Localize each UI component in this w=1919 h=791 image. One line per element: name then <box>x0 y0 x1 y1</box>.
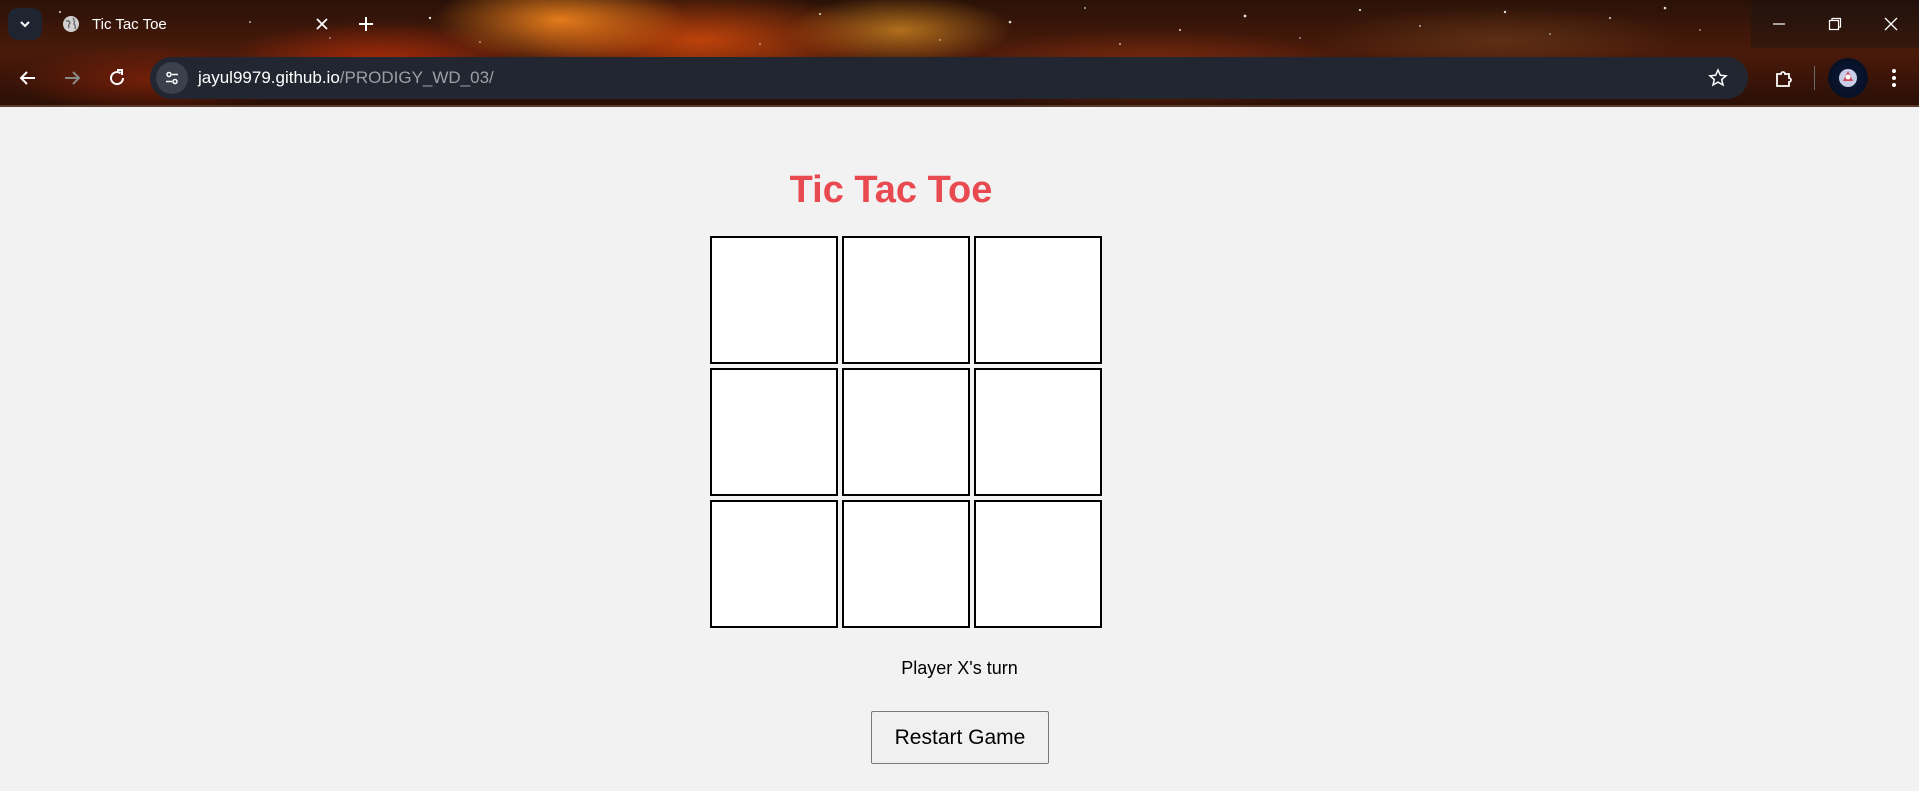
arrow-right-icon <box>65 71 81 85</box>
site-info-button[interactable] <box>156 62 188 94</box>
board-cell[interactable] <box>842 500 970 628</box>
bookmark-button[interactable] <box>1706 66 1730 90</box>
board-cell[interactable] <box>710 368 838 496</box>
restore-button[interactable] <box>1807 0 1863 48</box>
profile-avatar[interactable] <box>1828 58 1868 98</box>
close-icon <box>1884 17 1898 31</box>
board-cell[interactable] <box>710 500 838 628</box>
minimize-button[interactable] <box>1751 0 1807 48</box>
close-icon <box>316 18 328 30</box>
address-bar[interactable]: jayul9979.github.io/PRODIGY_WD_03/ <box>150 57 1748 99</box>
url-path: /PRODIGY_WD_03/ <box>339 68 494 87</box>
more-vert-icon <box>1892 69 1896 87</box>
reload-button[interactable] <box>99 60 135 96</box>
board-cell[interactable] <box>974 236 1102 364</box>
board-cell[interactable] <box>842 368 970 496</box>
board-cell[interactable] <box>974 368 1102 496</box>
restore-icon <box>1828 17 1842 31</box>
board-cell[interactable] <box>710 236 838 364</box>
tune-icon <box>166 71 178 85</box>
chevron-down-icon <box>20 21 30 28</box>
game-title: Tic Tac Toe <box>789 169 993 211</box>
browser-menu-button[interactable] <box>1876 60 1912 96</box>
board-cell[interactable] <box>974 500 1102 628</box>
board-cell[interactable] <box>842 236 970 364</box>
tab-search-button[interactable] <box>8 8 42 40</box>
arrow-left-icon <box>19 71 35 85</box>
minimize-icon <box>1773 23 1785 25</box>
page-content: Tic Tac Toe Player X's turn Restart Game <box>0 107 1919 791</box>
tab-title: Tic Tac Toe <box>92 15 167 33</box>
back-button[interactable] <box>10 60 46 96</box>
window-controls <box>1751 0 1919 48</box>
reload-icon <box>110 69 125 86</box>
extensions-button[interactable] <box>1766 60 1802 96</box>
forward-button[interactable] <box>54 60 90 96</box>
browser-chrome: Tic Tac Toe jayul9979.github.io /PRODIGY… <box>0 0 1919 107</box>
toolbar-separator <box>1814 66 1815 90</box>
star-icon <box>1708 68 1728 87</box>
new-tab-button[interactable] <box>350 8 382 40</box>
tab-close-button[interactable] <box>308 10 336 38</box>
profile-picture-icon <box>1839 69 1857 87</box>
puzzle-icon <box>1776 71 1792 87</box>
browser-tab[interactable]: Tic Tac Toe <box>50 6 340 42</box>
close-window-button[interactable] <box>1863 0 1919 48</box>
globe-icon <box>63 16 79 32</box>
game-board <box>710 236 1102 628</box>
plus-icon <box>359 17 373 31</box>
url-host: jayul9979.github.io <box>198 68 340 87</box>
turn-status: Player X's turn <box>901 658 1018 678</box>
restart-game-button[interactable]: Restart Game <box>871 711 1049 764</box>
